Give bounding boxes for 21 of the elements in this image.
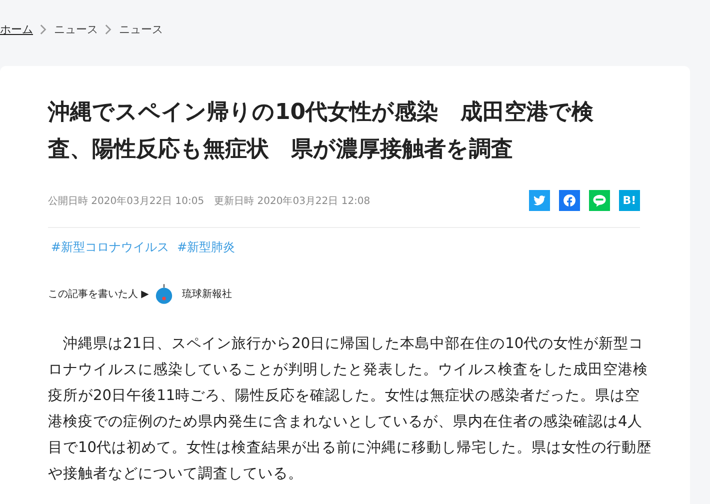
published-date: 公開日時 2020年03月22日 10:05 [48,194,204,208]
bird-icon [533,194,546,207]
chevron-icon [40,24,47,34]
facebook-share-button[interactable] [559,190,580,211]
author-label: この記事を書いた人 ▶ [48,288,149,301]
article-body: 沖縄県は21日、スペイン旅行から20日に帰国した本島中部在住の10代の女性が新型コロナウイルスに感染していることが判明したと発表した。ウイルス検査をした成田空港検疫所が20日午後11時ごろ、陽性反応を確認した。女性は無症状の感染者だった。県は空港検疫での症例のため県内発生に含まれないとしているが、県内在住者の感染確認は4人目で10代は初めて。女性は検査結果が出る前に沖縄に移動し帰宅した。県は女性の行動歴や接触者などについて調査している。 [48,334,653,484]
breadcrumb-item: ニュース [119,22,163,36]
tag-link[interactable]: #新型コロナウイルス [51,239,170,256]
twitter-share-button[interactable] [529,190,550,211]
tag-link[interactable]: #新型肺炎 [177,239,236,256]
line-share-button[interactable] [589,190,610,211]
article-title: 沖縄でスペイン帰りの10代女性が感染 成田空港で検査、陽性反応も無症状 県が濃厚接触者を調査 [48,99,595,164]
mascot-avatar-icon [154,284,173,304]
updated-date: 更新日時 2020年03月22日 12:08 [214,194,370,208]
breadcrumb-link[interactable]: ホーム [0,22,33,36]
author-link[interactable]: 琉球新報社 [182,287,232,301]
chevron-icon [105,24,112,34]
hatena-share-button[interactable]: B! [619,190,640,211]
breadcrumb-item: ニュース [54,22,98,36]
chat-bubble-icon [592,193,607,208]
facebook-f-icon [563,194,576,207]
